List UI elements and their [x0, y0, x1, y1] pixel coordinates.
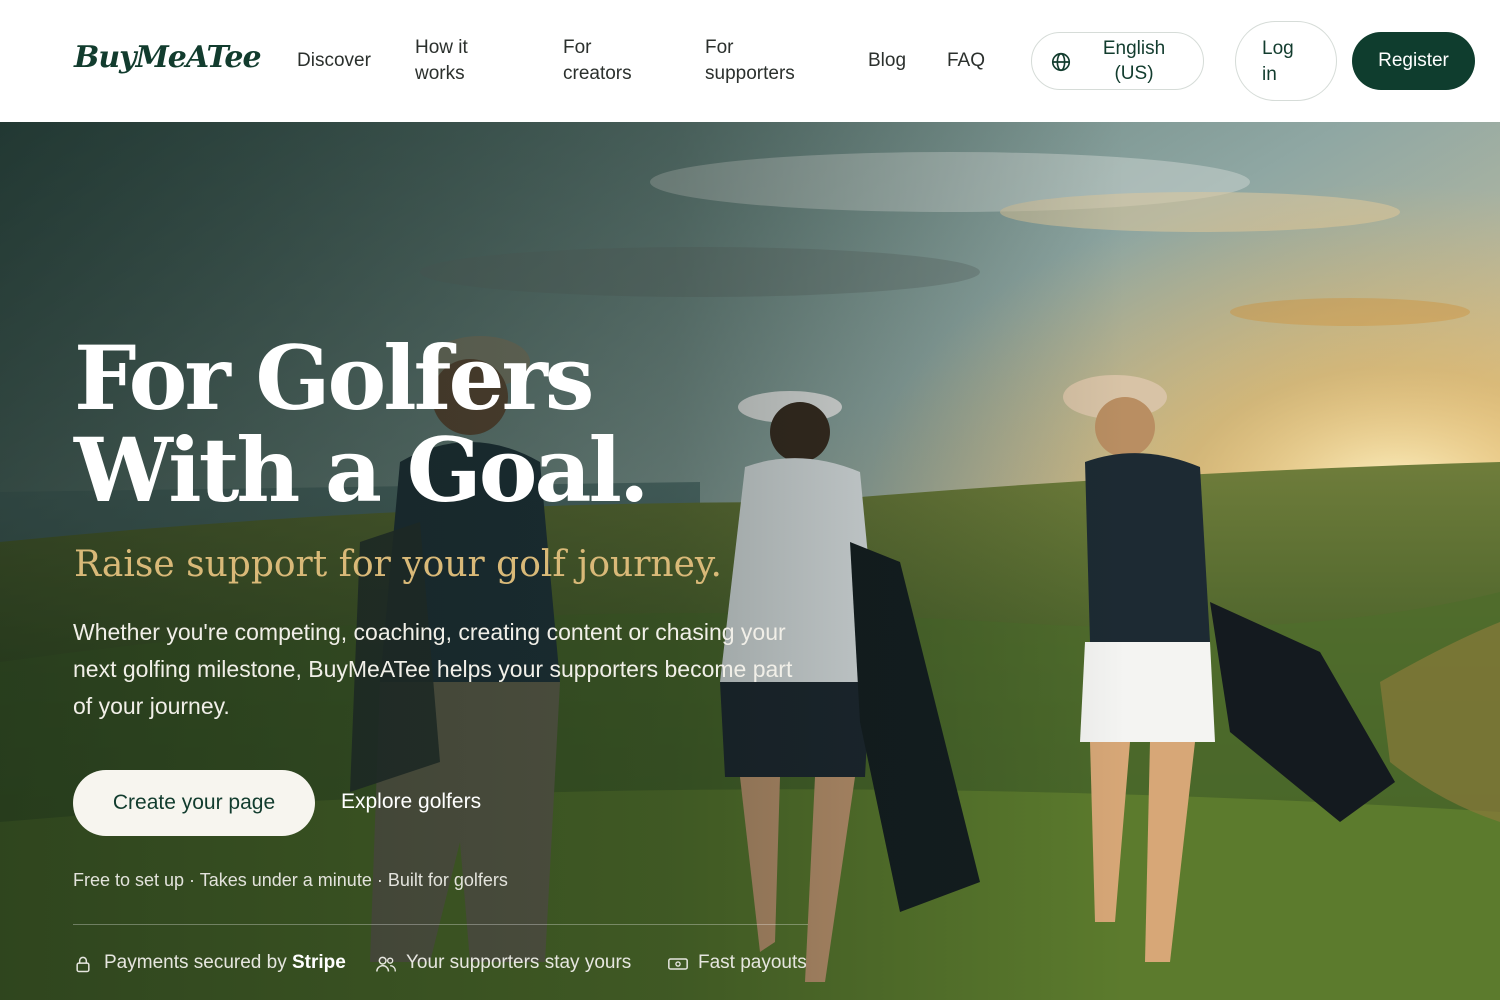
language-label: English (US) — [1102, 38, 1166, 84]
nav-faq[interactable]: FAQ — [947, 48, 985, 74]
hero-description: Whether you're competing, coaching, crea… — [73, 619, 793, 719]
logo[interactable]: BuyMeATee — [74, 40, 262, 75]
login-label: Log in — [1262, 38, 1294, 85]
trust-supporters-text: Your supporters stay yours — [406, 952, 632, 973]
explore-golfers-link[interactable]: Explore golfers — [341, 790, 481, 814]
lock-icon — [76, 956, 90, 973]
payments-prefix: Payments secured by — [104, 952, 292, 973]
hero-subheadline: Raise support for your golf journey. — [74, 544, 722, 585]
hero-note: Free to set up · Takes under a minute · … — [73, 870, 508, 890]
language-selector[interactable]: English (US) — [1031, 32, 1204, 90]
nav-blog[interactable]: Blog — [868, 48, 906, 74]
globe-icon — [1051, 52, 1071, 72]
nav-for-creators[interactable]: For creators — [563, 35, 643, 87]
headline-line-2: With a Goal. — [74, 418, 650, 522]
hero-headline: For Golfers With a Goal. — [74, 326, 650, 522]
login-button[interactable]: Log in — [1235, 21, 1337, 101]
hero-section: For Golfers With a Goal. Raise support f… — [0, 122, 1500, 1000]
nav-how-it-works[interactable]: How it works — [415, 35, 485, 87]
divider — [73, 924, 808, 925]
users-icon — [376, 956, 396, 972]
nav-for-supporters[interactable]: For supporters — [705, 35, 805, 87]
cash-icon — [668, 958, 688, 970]
headline-line-1: For Golfers — [74, 326, 594, 430]
stripe-label: Stripe — [291, 952, 346, 973]
top-navbar: BuyMeATee Discover How it works For crea… — [0, 0, 1500, 122]
create-page-button[interactable]: Create your page — [73, 770, 315, 836]
nav-discover[interactable]: Discover — [297, 48, 371, 74]
trust-payouts-text: Fast payouts — [698, 952, 807, 973]
register-button[interactable]: Register — [1352, 32, 1475, 90]
trust-payments-text: Payments secured by Stripe — [104, 952, 346, 974]
